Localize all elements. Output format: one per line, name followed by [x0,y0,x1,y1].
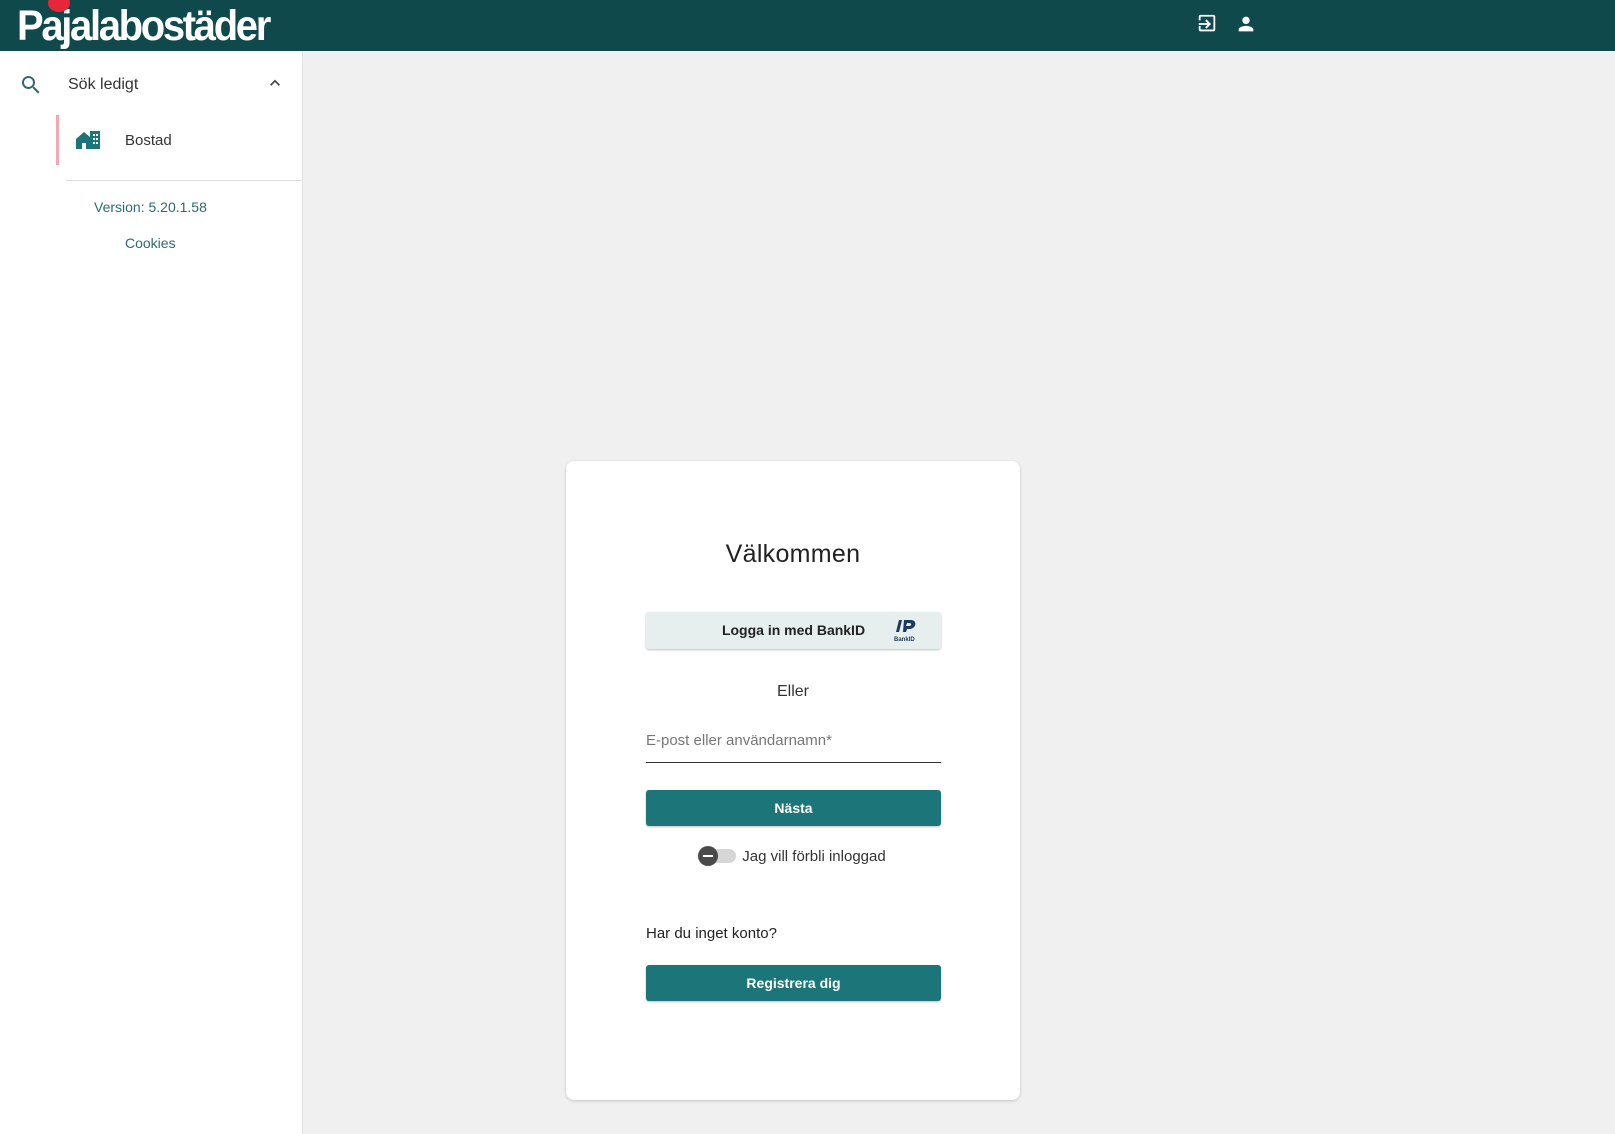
no-account-text: Har du inget konto? [646,925,777,942]
sidebar-item-search[interactable]: Sök ledigt [0,65,302,105]
sidebar: Sök ledigt Bostad Version: 5.20.1.58 Coo… [0,51,303,1134]
remember-me-toggle-row[interactable]: Jag vill förbli inloggad [566,846,1020,866]
register-button[interactable]: Registrera dig [646,965,941,1001]
chevron-up-icon[interactable] [265,73,285,98]
top-bar: Pajalabostäder [0,0,1615,51]
page-title: Välkommen [725,540,861,568]
bankid-logo-text: BankID [894,637,915,643]
login-icon[interactable] [1194,11,1220,37]
sidebar-item-label: Bostad [125,132,172,149]
sidebar-divider [66,180,302,181]
bankid-login-button[interactable]: Logga in med BankID BankID [646,612,941,649]
next-button[interactable]: Nästa [646,790,941,826]
bankid-logo-icon: BankID [893,617,921,648]
sidebar-item-bostad[interactable]: Bostad [56,115,305,165]
building-icon [75,128,101,157]
toggle-knob-icon [698,846,719,866]
email-field[interactable] [646,719,941,763]
remember-me-toggle[interactable] [698,846,737,866]
sidebar-search-label: Sök ledigt [68,76,139,93]
search-icon [19,73,43,102]
login-card: Välkommen Logga in med BankID BankID Ell… [566,461,1020,1100]
version-text: Version: 5.20.1.58 [94,199,207,215]
cookies-link[interactable]: Cookies [125,235,176,251]
or-divider-text: Eller [776,683,809,700]
account-icon[interactable] [1233,11,1259,37]
remember-me-label: Jag vill förbli inloggad [742,847,886,865]
